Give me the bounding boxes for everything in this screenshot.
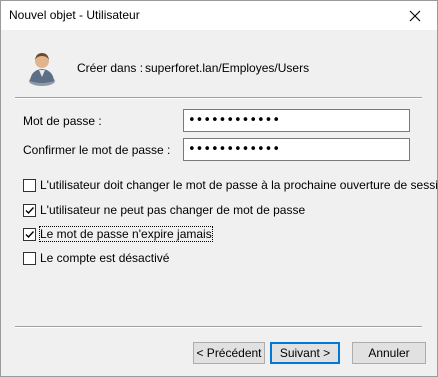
title-bar: Nouvel objet - Utilisateur — [1, 1, 437, 30]
password-field[interactable]: •••••••••••• — [183, 109, 410, 132]
option-must-change-password[interactable]: L'utilisateur doit changer le mot de pas… — [23, 177, 438, 193]
create-in-path: superforet.lan/Employes/Users — [145, 61, 310, 75]
window-title: Nouvel objet - Utilisateur — [9, 8, 140, 22]
checkmark-icon — [25, 230, 35, 238]
create-in-label: Créer dans : — [77, 61, 144, 75]
checkbox[interactable] — [23, 178, 36, 192]
confirm-password-field[interactable]: •••••••••••• — [183, 138, 410, 161]
option-label: L'utilisateur doit changer le mot de pas… — [40, 178, 438, 192]
checkbox[interactable] — [23, 227, 36, 241]
option-password-never-expires[interactable]: Le mot de passe n'expire jamais — [23, 226, 213, 242]
back-button[interactable]: < Précédent — [193, 342, 265, 364]
checkbox[interactable] — [23, 203, 36, 217]
confirm-password-label: Confirmer le mot de passe : — [23, 143, 171, 157]
next-button[interactable]: Suivant > — [270, 342, 340, 364]
option-account-disabled[interactable]: Le compte est désactivé — [23, 250, 169, 266]
option-label: Le mot de passe n'expire jamais — [39, 226, 213, 242]
password-label: Mot de passe : — [23, 114, 102, 128]
option-label: Le compte est désactivé — [40, 251, 170, 265]
checkmark-icon — [25, 206, 35, 214]
checkbox[interactable] — [23, 251, 36, 265]
header-divider — [15, 97, 422, 99]
footer-divider — [15, 326, 422, 328]
close-icon — [409, 10, 421, 21]
user-icon — [29, 53, 55, 86]
cancel-button[interactable]: Annuler — [352, 342, 426, 364]
option-label: L'utilisateur ne peut pas changer de mot… — [40, 203, 306, 217]
option-cannot-change-password[interactable]: L'utilisateur ne peut pas changer de mot… — [23, 202, 305, 218]
close-button[interactable] — [393, 1, 437, 30]
